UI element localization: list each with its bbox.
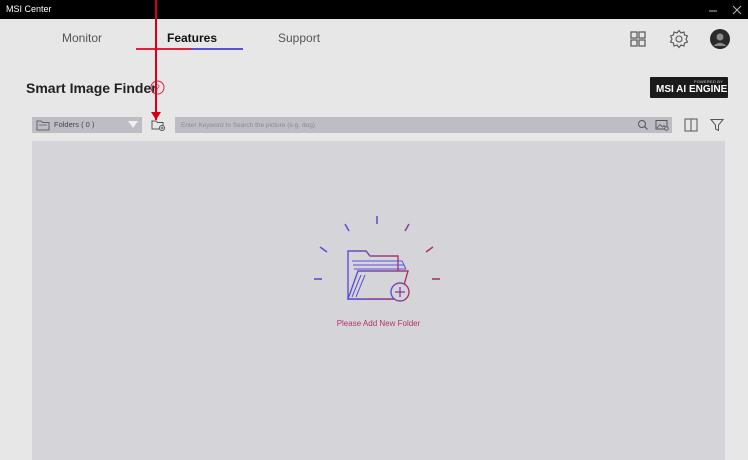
add-folder-illustration[interactable] <box>312 213 444 313</box>
empty-state-message: Please Add New Folder <box>336 319 421 328</box>
layout-icon <box>684 118 698 132</box>
close-button[interactable] <box>726 0 748 19</box>
ai-engine-badge: POWERED BY MSI AI ENGINE <box>650 77 728 98</box>
folder-icon <box>36 120 50 131</box>
title-bar: MSI Center <box>0 0 748 19</box>
filter-button[interactable] <box>709 118 725 132</box>
search-input[interactable] <box>181 117 621 133</box>
search-bar <box>175 117 672 133</box>
minimize-icon <box>709 10 717 11</box>
tab-support[interactable]: Support <box>278 31 320 45</box>
image-search-icon[interactable] <box>655 119 669 131</box>
close-icon <box>732 5 742 14</box>
minimize-button[interactable] <box>702 0 724 19</box>
apps-button[interactable] <box>626 27 650 51</box>
help-icon: ? <box>150 80 165 95</box>
chevron-down-icon <box>128 121 138 128</box>
grid-icon <box>630 31 646 47</box>
gear-icon <box>669 29 689 49</box>
help-button[interactable]: ? <box>150 80 165 95</box>
layout-toggle-button[interactable] <box>684 118 698 132</box>
tab-underline-blue <box>191 48 243 50</box>
image-grid-area: Please Add New Folder <box>32 141 725 460</box>
filter-icon <box>709 119 725 132</box>
tab-monitor[interactable]: Monitor <box>62 31 102 45</box>
profile-button[interactable] <box>708 27 732 51</box>
folder-select[interactable]: Folders ( 0 ) <box>32 117 142 133</box>
settings-button[interactable] <box>667 27 691 51</box>
tab-underline-red <box>136 48 191 50</box>
add-folder-icon <box>151 120 165 131</box>
annotation-arrow-line <box>155 0 157 120</box>
page-title: Smart Image Finder <box>26 80 157 96</box>
window-title: MSI Center <box>6 4 52 14</box>
annotation-arrow-head <box>151 112 161 120</box>
tab-features[interactable]: Features <box>167 31 217 45</box>
search-icon[interactable] <box>637 119 649 131</box>
folder-select-label: Folders ( 0 ) <box>54 120 95 129</box>
avatar-icon <box>710 29 730 49</box>
badge-title: MSI AI ENGINE <box>656 84 728 95</box>
